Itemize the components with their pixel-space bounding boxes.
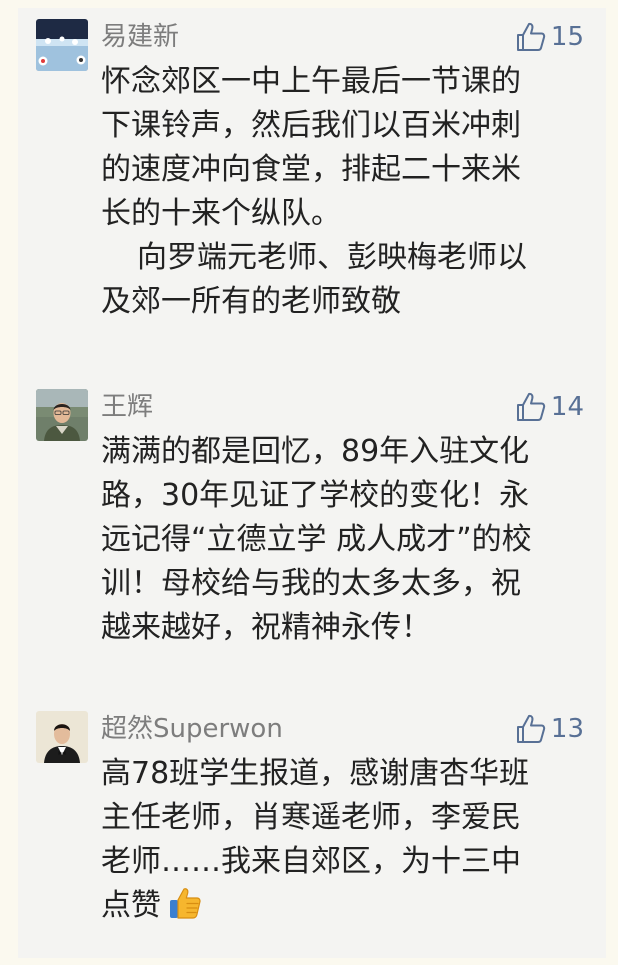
comment-line: 路，30年见证了学校的变化！永: [101, 478, 530, 513]
comment-text: 怀念郊区一中上午最后一节课的 下课铃声，然后我们以百米冲刺 的速度冲向食堂，排起…: [101, 60, 581, 324]
comment-line: 长的十来个纵队。: [101, 196, 341, 231]
like-button[interactable]: 15: [515, 18, 584, 56]
comment-text: 满满的都是回忆，89年入驻文化 路，30年见证了学校的变化！永 远记得“立德立学…: [101, 430, 581, 650]
thumbs-up-outline-icon: [516, 22, 546, 51]
comment-line: 向罗端元老师、彭映梅老师以: [137, 240, 527, 275]
comment-username[interactable]: 易建新: [101, 20, 179, 54]
avatar[interactable]: [36, 711, 88, 763]
comment-text: 高78班学生报道，感谢唐杏华班 主任老师，肖寒遥老师，李爱民 老师……我来自郊区…: [101, 752, 581, 928]
comment-line: 及郊一所有的老师致敬: [101, 284, 401, 319]
avatar-image: [36, 389, 88, 441]
comment-line: 高78班学生报道，感谢唐杏华班: [101, 756, 530, 791]
like-button[interactable]: 14: [515, 388, 584, 426]
comment-line: 下课铃声，然后我们以百米冲刺: [101, 108, 521, 143]
comment-line: 怀念郊区一中上午最后一节课的: [101, 64, 521, 99]
avatar[interactable]: [36, 389, 88, 441]
avatar[interactable]: [36, 19, 88, 71]
comment-line: 训！母校给与我的太多太多，祝: [101, 566, 521, 601]
comment-line: 的速度冲向食堂，排起二十来米: [101, 152, 521, 187]
comment-line-with-emoji: 点赞: [101, 884, 581, 928]
avatar-image: [36, 19, 88, 71]
thumbs-up-emoji-icon: [170, 888, 201, 919]
comment-username[interactable]: 超然Superwon: [101, 712, 283, 746]
comment-line: 满满的都是回忆，89年入驻文化: [101, 434, 530, 469]
comment-line: 越来越好，祝精神永传！: [101, 610, 431, 645]
comment-username[interactable]: 王辉: [101, 390, 153, 424]
like-count: 14: [550, 392, 584, 422]
avatar-image: [36, 711, 88, 763]
like-count: 13: [550, 714, 584, 744]
thumbs-up-outline-icon: [516, 714, 546, 743]
comment-line: 远记得“立德立学 成人成才”的校: [101, 522, 532, 557]
comment-line: 老师……我来自郊区，为十三中: [101, 844, 521, 879]
comment-line: 点赞: [101, 888, 161, 923]
like-button[interactable]: 13: [515, 710, 584, 748]
thumbs-up-outline-icon: [516, 392, 546, 421]
comments-panel: 易建新 15 怀念郊区一中上午最后一节课的 下课铃声，然后我们以百米冲刺 的速度…: [18, 8, 606, 958]
comment-line: 主任老师，肖寒遥老师，李爱民: [101, 800, 521, 835]
like-count: 15: [550, 22, 584, 52]
